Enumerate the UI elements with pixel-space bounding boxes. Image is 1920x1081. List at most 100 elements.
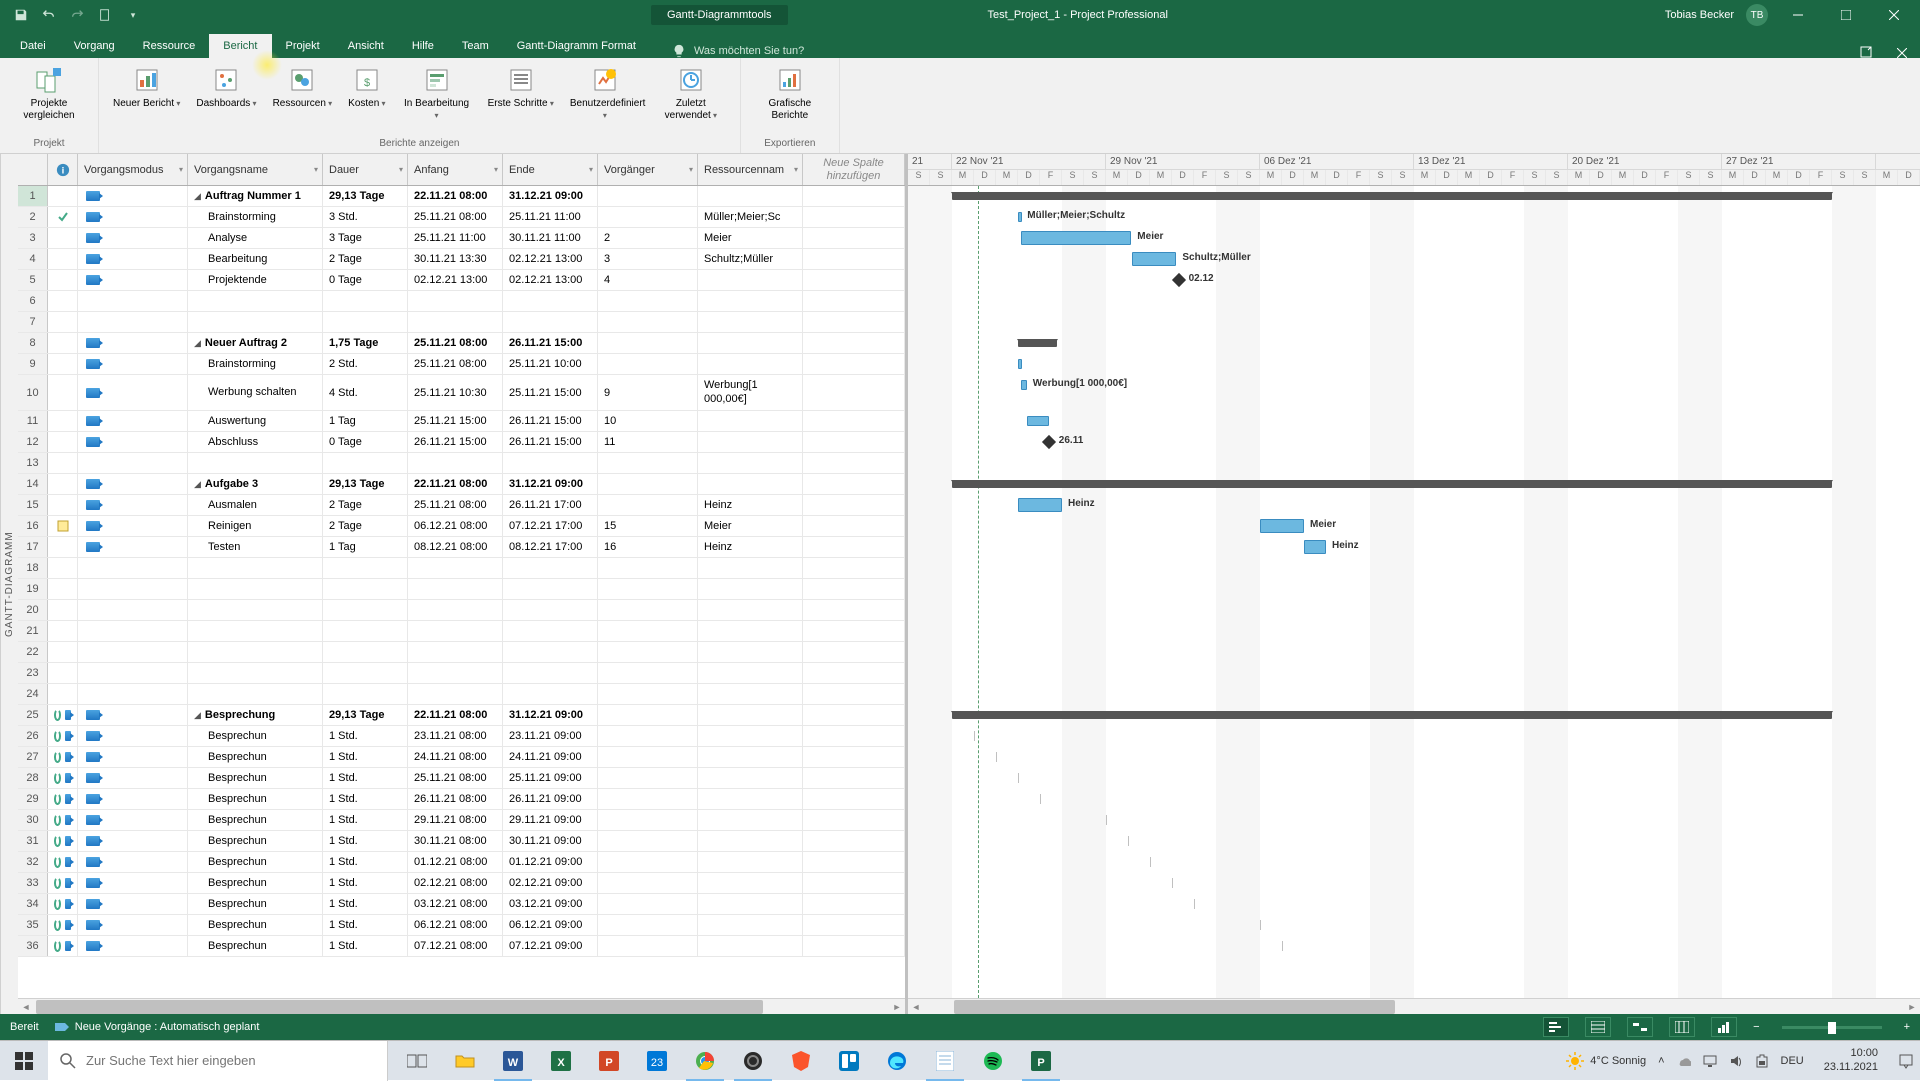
- gantt-bar[interactable]: [1027, 416, 1049, 426]
- volume-icon[interactable]: [1729, 1054, 1743, 1068]
- cell[interactable]: [698, 621, 803, 641]
- cell[interactable]: [48, 354, 78, 374]
- cell[interactable]: 02.12.21 13:00: [503, 270, 598, 290]
- row-number[interactable]: 6: [18, 291, 48, 311]
- cell[interactable]: 30.11.21 11:00: [503, 228, 598, 248]
- cell[interactable]: 08.12.21 17:00: [503, 537, 598, 557]
- cell[interactable]: [598, 873, 698, 893]
- cell[interactable]: [698, 810, 803, 830]
- tell-me-input[interactable]: [694, 45, 954, 57]
- cell[interactable]: [78, 894, 188, 914]
- table-row[interactable]: 14◢Aufgabe 329,13 Tage22.11.21 08:0031.1…: [18, 474, 905, 495]
- cell[interactable]: 0 Tage: [323, 432, 408, 452]
- cell[interactable]: Analyse: [188, 228, 323, 248]
- cell[interactable]: [48, 558, 78, 578]
- tab-datei[interactable]: Datei: [6, 34, 60, 58]
- cell[interactable]: [803, 249, 905, 269]
- app-trello[interactable]: [826, 1041, 872, 1081]
- cell[interactable]: [78, 558, 188, 578]
- cell[interactable]: 25.11.21 11:00: [503, 207, 598, 227]
- gantt-bar[interactable]: [1132, 252, 1176, 266]
- tab-bericht[interactable]: Bericht: [209, 34, 271, 58]
- cell[interactable]: 30.11.21 09:00: [503, 831, 598, 851]
- cell[interactable]: [803, 600, 905, 620]
- cell[interactable]: [188, 312, 323, 332]
- row-number[interactable]: 9: [18, 354, 48, 374]
- cell[interactable]: [803, 474, 905, 494]
- cell[interactable]: [698, 186, 803, 206]
- cell[interactable]: [408, 558, 503, 578]
- zoom-thumb[interactable]: [1828, 1022, 1836, 1034]
- cell[interactable]: [408, 453, 503, 473]
- cell[interactable]: 29.11.21 08:00: [408, 810, 503, 830]
- cell[interactable]: [48, 516, 78, 536]
- cell[interactable]: [78, 768, 188, 788]
- cell[interactable]: [698, 768, 803, 788]
- cell[interactable]: 25.11.21 08:00: [408, 768, 503, 788]
- cell[interactable]: 1 Std.: [323, 936, 408, 956]
- cell[interactable]: [598, 312, 698, 332]
- cell[interactable]: 26.11.21 17:00: [503, 495, 598, 515]
- cell[interactable]: 4 Std.: [323, 375, 408, 410]
- app-notepad[interactable]: [922, 1041, 968, 1081]
- cell[interactable]: [598, 474, 698, 494]
- cell[interactable]: [78, 333, 188, 353]
- cell[interactable]: 1,75 Tage: [323, 333, 408, 353]
- cell[interactable]: [503, 453, 598, 473]
- cell[interactable]: 25.11.21 08:00: [408, 495, 503, 515]
- cell[interactable]: Auswertung: [188, 411, 323, 431]
- cell[interactable]: [598, 894, 698, 914]
- app-brave[interactable]: [778, 1041, 824, 1081]
- cell[interactable]: [78, 684, 188, 704]
- cell[interactable]: 25.11.21 08:00: [408, 354, 503, 374]
- row-number[interactable]: 24: [18, 684, 48, 704]
- cell[interactable]: [48, 831, 78, 851]
- cell[interactable]: [188, 453, 323, 473]
- cell[interactable]: 2 Tage: [323, 516, 408, 536]
- cell[interactable]: [48, 789, 78, 809]
- cell[interactable]: [48, 894, 78, 914]
- table-row[interactable]: 35Besprechun1 Std.06.12.21 08:0006.12.21…: [18, 915, 905, 936]
- cell[interactable]: 0 Tage: [323, 270, 408, 290]
- cell[interactable]: 25.11.21 10:30: [408, 375, 503, 410]
- cell[interactable]: [598, 558, 698, 578]
- cell[interactable]: [48, 747, 78, 767]
- cell[interactable]: 26.11.21 15:00: [503, 333, 598, 353]
- cell[interactable]: [408, 663, 503, 683]
- table-row[interactable]: 10Werbung schalten4 Std.25.11.21 10:3025…: [18, 375, 905, 411]
- cell[interactable]: [698, 936, 803, 956]
- row-number[interactable]: 5: [18, 270, 48, 290]
- cell[interactable]: [698, 726, 803, 746]
- cell[interactable]: [503, 642, 598, 662]
- network-icon[interactable]: [1703, 1054, 1717, 1068]
- cell[interactable]: 24.11.21 09:00: [503, 747, 598, 767]
- app-excel[interactable]: X: [538, 1041, 584, 1081]
- cell[interactable]: [503, 684, 598, 704]
- cell[interactable]: 25.11.21 10:00: [503, 354, 598, 374]
- cell[interactable]: [803, 579, 905, 599]
- cell[interactable]: 25.11.21 08:00: [408, 207, 503, 227]
- cell[interactable]: [78, 915, 188, 935]
- cell[interactable]: [323, 642, 408, 662]
- cell[interactable]: [48, 873, 78, 893]
- cell[interactable]: [78, 516, 188, 536]
- row-number[interactable]: 18: [18, 558, 48, 578]
- cell[interactable]: [698, 432, 803, 452]
- cell[interactable]: [698, 453, 803, 473]
- cell[interactable]: [78, 789, 188, 809]
- cell[interactable]: 23.11.21 08:00: [408, 726, 503, 746]
- cell[interactable]: [78, 207, 188, 227]
- cell[interactable]: 1 Std.: [323, 852, 408, 872]
- ribbon-erste-schritte[interactable]: Erste Schritte: [482, 62, 560, 112]
- cell[interactable]: 25.11.21 09:00: [503, 768, 598, 788]
- cell[interactable]: Ausmalen: [188, 495, 323, 515]
- tab-ansicht[interactable]: Ansicht: [334, 34, 398, 58]
- cell[interactable]: [598, 726, 698, 746]
- cell[interactable]: [598, 852, 698, 872]
- row-number[interactable]: 20: [18, 600, 48, 620]
- table-row[interactable]: 6: [18, 291, 905, 312]
- cell[interactable]: Besprechun: [188, 726, 323, 746]
- taskbar-search-input[interactable]: [86, 1053, 375, 1068]
- cell[interactable]: [188, 600, 323, 620]
- gantt-bar[interactable]: [1021, 380, 1027, 390]
